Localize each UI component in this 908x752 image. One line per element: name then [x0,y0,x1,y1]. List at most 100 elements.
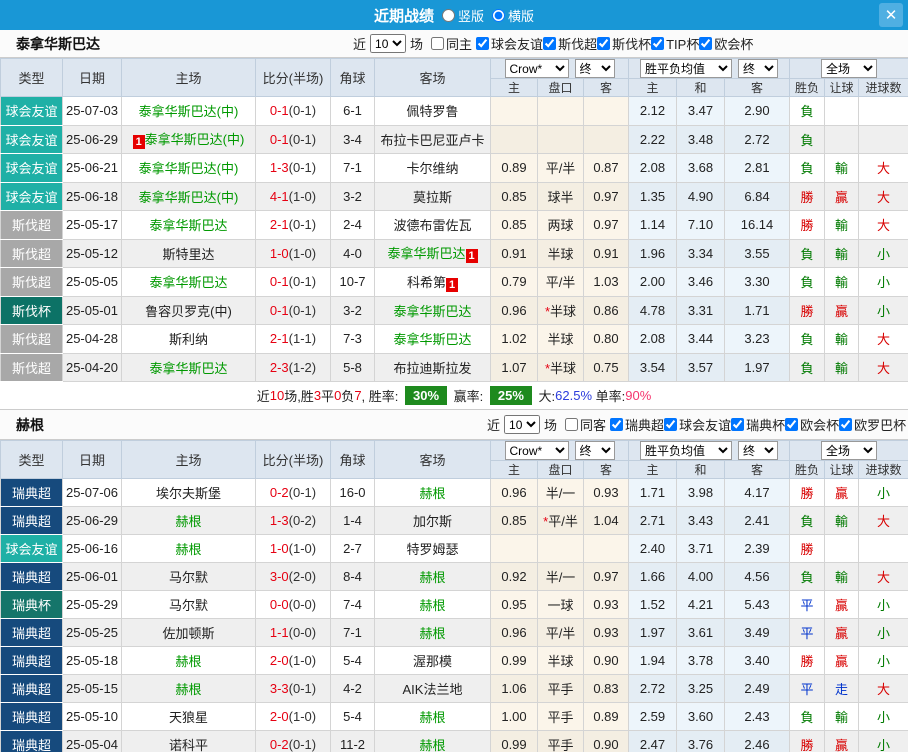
column-header-客场: 客场 [375,59,491,97]
handicap-result: 贏 [825,647,859,675]
focus-team-name: 赫根 [175,514,201,529]
league-checkbox[interactable] [651,37,664,50]
opponent-team-name: 斯特里达 [162,247,214,262]
handicap: 平/半 [538,154,584,183]
mean-home: 1.14 [629,211,677,240]
league-checkbox[interactable] [543,37,556,50]
league-filter-TIP杯[interactable]: TIP杯 [651,34,699,53]
match-count-select[interactable]: 10 [504,415,540,434]
handicap: 平/半 [538,619,584,647]
league-label: 瑞典杯 [746,415,785,434]
score-cell: 1-1(0-0) [256,619,331,647]
layout-vertical-option[interactable]: 竖版 [438,6,484,25]
league-filter-欧会杯[interactable]: 欧会杯 [699,34,753,53]
league-filter-斯伐杯[interactable]: 斯伐杯 [597,34,651,53]
league-checkbox[interactable] [476,37,489,50]
mean-draw: 7.10 [677,211,725,240]
same-venue-filter[interactable]: 同主 [431,34,472,53]
half-time-score: (1-0) [289,709,316,724]
mean-home: 2.59 [629,703,677,731]
handicap: 半球 [538,239,584,268]
home-odds: 0.85 [491,211,538,240]
match-type-badge: 瑞典杯 [1,591,63,619]
league-filter-欧会杯[interactable]: 欧会杯 [785,415,839,434]
win-draw-loss-result: 平 [790,675,825,703]
sub-column-header-和: 和 [677,461,725,479]
home-team-cell: 泰拿华斯巴达 [122,268,256,297]
wdl-mean-select[interactable]: 胜平负均值 [640,441,732,460]
home-odds: 1.00 [491,703,538,731]
win-draw-loss-result: 負 [790,353,825,382]
match-row: 球会友谊25-06-18泰拿华斯巴达(中)4-1(1-0)3-2莫拉斯0.85球… [1,182,908,211]
score-cell: 2-0(1-0) [256,703,331,731]
league-checkbox[interactable] [839,418,852,431]
corners-cell: 6-1 [331,97,375,126]
final-mean-select[interactable]: 终 [738,59,778,78]
match-row: 瑞典杯25-05-29马尔默0-0(0-0)7-4赫根0.95一球0.931.5… [1,591,908,619]
same-venue-checkbox[interactable] [431,37,444,50]
match-type-badge: 球会友谊 [1,182,63,211]
match-type-badge: 球会友谊 [1,97,63,126]
mean-draw: 3.43 [677,507,725,535]
home-odds: 1.06 [491,675,538,703]
crow-odds-select[interactable]: Crow* [505,441,569,460]
league-filter-球会友谊[interactable]: 球会友谊 [664,415,731,434]
score-cell: 0-1(0-1) [256,296,331,325]
opponent-team-name: 斯利纳 [169,332,208,347]
layout-horizontal-option[interactable]: 横版 [488,6,534,25]
mean-away: 2.49 [725,675,790,703]
final-mean-select[interactable]: 终 [738,441,778,460]
league-filter-瑞典超[interactable]: 瑞典超 [610,415,664,434]
win-draw-loss-result: 勝 [790,296,825,325]
league-filter-斯伐超[interactable]: 斯伐超 [543,34,597,53]
summary-text: 单率: [592,386,625,405]
win-draw-loss-result: 平 [790,619,825,647]
away-team-cell: 赫根 [375,479,491,507]
mean-away: 2.39 [725,535,790,563]
away-team-cell: 渥那模 [375,647,491,675]
league-checkbox[interactable] [610,418,623,431]
horizontal-layout-radio[interactable] [492,9,505,22]
league-filter-瑞典杯[interactable]: 瑞典杯 [731,415,785,434]
league-checkbox[interactable] [785,418,798,431]
crow-odds-select[interactable]: Crow* [505,59,569,78]
mean-away: 2.90 [725,97,790,126]
mean-draw: 3.48 [677,125,725,154]
home-team-filterbar: 泰拿华斯巴达 近10场同主球会友谊斯伐超斯伐杯TIP杯欧会杯 [0,30,908,58]
home-team-record-summary: 近10场,胜3平0负7, 胜率: 30% 赢率: 25% 大:62.5% 单率:… [0,382,908,410]
away-team-filters: 近10场同客瑞典超球会友谊瑞典杯欧会杯欧罗巴杯 [487,415,906,434]
close-icon[interactable]: ✕ [879,3,903,27]
vertical-layout-radio[interactable] [442,9,455,22]
handicap-result: 輸 [825,268,859,297]
live-star: * [543,514,548,529]
home-team-cell: 赫根 [122,675,256,703]
handicap-result: 輸 [825,507,859,535]
league-filter-球会友谊[interactable]: 球会友谊 [476,34,543,53]
section-home-team: 泰拿华斯巴达 近10场同主球会友谊斯伐超斯伐杯TIP杯欧会杯 类型日期主场比分(… [0,30,908,410]
match-count-select[interactable]: 10 [370,34,406,53]
away-team-cell: 莫拉斯 [375,182,491,211]
titlebar: 近期战绩 竖版 横版 ✕ [0,0,908,30]
league-filter-欧罗巴杯[interactable]: 欧罗巴杯 [839,415,906,434]
win-draw-loss-result: 負 [790,507,825,535]
league-checkbox[interactable] [664,418,677,431]
same-venue-filter[interactable]: 同客 [565,415,606,434]
home-team-cell: 诺科平 [122,731,256,752]
league-checkbox[interactable] [731,418,744,431]
home-odds: 0.91 [491,239,538,268]
match-row: 瑞典超25-05-18赫根2-0(1-0)5-4渥那模0.99半球0.901.9… [1,647,908,675]
full-match-select[interactable]: 全场 [821,441,877,460]
win-draw-loss-result: 負 [790,325,825,354]
full-match-select[interactable]: 全场 [821,59,877,78]
final-odds-select[interactable]: 终 [575,441,615,460]
mean-home: 3.54 [629,353,677,382]
half-time-score: (0-1) [289,681,316,696]
league-checkbox[interactable] [597,37,610,50]
final-odds-select[interactable]: 终 [575,59,615,78]
league-checkbox[interactable] [699,37,712,50]
mean-draw: 3.61 [677,619,725,647]
goals-result: 大 [859,182,908,211]
wdl-mean-select[interactable]: 胜平负均值 [640,59,732,78]
opponent-team-name: 马尔默 [169,598,208,613]
same-venue-checkbox[interactable] [565,418,578,431]
